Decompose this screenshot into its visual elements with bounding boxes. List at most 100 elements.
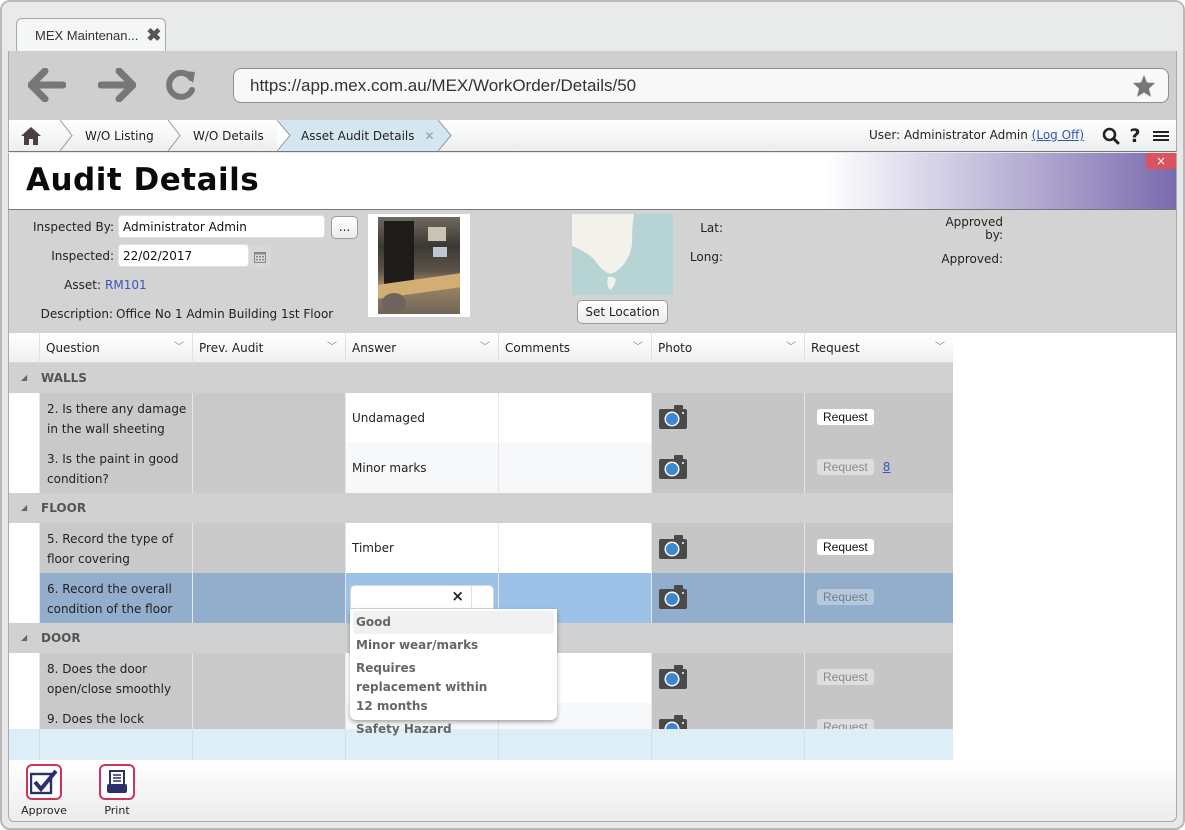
reload-button[interactable] (159, 63, 203, 107)
asset-link[interactable]: RM101 (105, 278, 147, 292)
menu-button[interactable] (1150, 124, 1172, 148)
chevron-down-icon[interactable]: ﹀ (935, 333, 945, 363)
asset-photo[interactable] (368, 214, 470, 317)
tab-strip: MEX Maintenan... ✖ (2, 2, 1183, 52)
question-cell: 8. Does the door open/close smoothly (39, 653, 192, 703)
collapse-triangle-icon[interactable]: ◢ (21, 363, 27, 393)
question-cell: 2. Is there any damage in the wall sheet… (39, 393, 192, 443)
map-image (572, 214, 634, 290)
camera-icon[interactable] (658, 665, 688, 693)
photo-cell[interactable] (651, 653, 804, 703)
close-breadcrumb-icon[interactable]: ✕ (425, 129, 435, 143)
prev-audit-cell (192, 443, 345, 493)
answer-cell[interactable]: Timber (345, 523, 498, 573)
camera-icon[interactable] (658, 455, 688, 483)
column-header-photo[interactable]: Photo ﹀ (651, 333, 804, 363)
question-cell: 6. Record the overall condition of the f… (39, 573, 192, 623)
group-row-floor: ◢ FLOOR (9, 493, 953, 523)
comments-cell[interactable] (498, 393, 651, 443)
group-row-walls: ◢ WALLS (9, 363, 953, 393)
table-row[interactable]: 3. Is the paint in good condition? Minor … (9, 443, 953, 493)
breadcrumb-asset-audit-details[interactable]: Asset Audit Details ✕ (279, 120, 439, 151)
request-button[interactable]: Request (817, 459, 874, 475)
chevron-down-icon[interactable]: ﹀ (786, 333, 796, 363)
chevron-down-icon[interactable]: ﹀ (174, 333, 184, 363)
forward-button[interactable] (95, 63, 139, 107)
question-cell: 5. Record the type of floor covering (39, 523, 192, 573)
request-button[interactable]: Request (817, 589, 874, 605)
comments-cell[interactable] (498, 523, 651, 573)
comments-cell[interactable] (498, 443, 651, 493)
search-icon (1102, 127, 1120, 145)
table-row[interactable]: 5. Record the type of floor covering Timb… (9, 523, 953, 573)
prev-audit-cell (192, 653, 345, 703)
bookmark-star-icon[interactable] (1132, 74, 1156, 109)
chevron-down-icon[interactable]: ﹀ (633, 333, 643, 363)
column-header-label: Comments (505, 341, 571, 355)
user-info: User: Administrator Admin (Log Off) (869, 128, 1084, 142)
inspected-by-field[interactable]: Administrator Admin (118, 215, 325, 238)
browser-tab[interactable]: MEX Maintenan... ✖ (16, 18, 166, 52)
reload-icon (166, 69, 195, 100)
breadcrumb-separator (277, 120, 291, 151)
chevron-down-icon[interactable]: ﹀ (327, 333, 337, 363)
close-tab-icon[interactable]: ✖ (146, 25, 161, 46)
column-header-request[interactable]: Request ﹀ (804, 333, 953, 363)
photo-cell[interactable] (651, 523, 804, 573)
column-header-label: Prev. Audit (199, 341, 264, 355)
tab-title: MEX Maintenan... (35, 28, 139, 43)
column-header-question[interactable]: Question ﹀ (39, 333, 192, 363)
column-header-answer[interactable]: Answer ﹀ (345, 333, 498, 363)
dropdown-toggle[interactable] (471, 586, 493, 608)
audit-grid: Question ﹀ Prev. Audit ﹀ Answer ﹀ Comments ﹀ Pho… (8, 333, 1177, 760)
collapse-triangle-icon[interactable]: ◢ (21, 623, 27, 653)
camera-icon[interactable] (658, 585, 688, 613)
answer-option[interactable]: Good (353, 611, 554, 634)
close-page-button[interactable]: × (1146, 153, 1176, 169)
camera-icon[interactable] (658, 405, 688, 433)
prev-audit-cell (192, 573, 345, 623)
answer-combobox[interactable]: × (350, 585, 494, 609)
column-header-prev-audit[interactable]: Prev. Audit ﹀ (192, 333, 345, 363)
answer-cell[interactable]: Undamaged (345, 393, 498, 443)
request-button[interactable]: Request (817, 409, 874, 425)
description-label: Description: (40, 307, 113, 321)
search-button[interactable] (1100, 124, 1122, 148)
answer-option[interactable]: Requires replacement within 12 months (350, 657, 510, 718)
answer-option[interactable]: Safety Hazard (350, 718, 557, 741)
photo-cell[interactable] (651, 573, 804, 623)
calendar-button[interactable] (249, 245, 271, 268)
address-bar[interactable]: https://app.mex.com.au/MEX/WorkOrder/Det… (233, 68, 1169, 103)
request-button[interactable]: Request (817, 539, 874, 555)
answer-option[interactable]: Minor wear/marks (350, 634, 557, 657)
column-header-label: Request (811, 341, 860, 355)
inspected-date-field[interactable]: 22/02/2017 (118, 244, 249, 267)
help-button[interactable]: ? (1124, 124, 1146, 148)
back-button[interactable] (25, 63, 69, 107)
table-row[interactable]: 2. Is there any damage in the wall sheet… (9, 393, 953, 443)
column-header-comments[interactable]: Comments ﹀ (498, 333, 651, 363)
audit-form: Inspected By: Administrator Admin ... In… (8, 210, 1177, 333)
collapse-triangle-icon[interactable]: ◢ (21, 493, 27, 523)
home-button[interactable] (9, 120, 53, 151)
answer-cell[interactable]: Minor marks (345, 443, 498, 493)
lookup-button[interactable]: ... (331, 216, 358, 239)
breadcrumb-wo-listing[interactable]: W/O Listing (85, 120, 154, 151)
photo-cell[interactable] (651, 443, 804, 493)
set-location-button[interactable]: Set Location (577, 300, 668, 324)
approve-button[interactable]: Approve (19, 764, 69, 817)
logoff-link[interactable]: (Log Off) (1032, 128, 1084, 142)
column-header-label: Answer (352, 341, 397, 355)
request-cell: Request 8 (804, 443, 953, 493)
chevron-down-icon[interactable]: ﹀ (480, 333, 490, 363)
clear-icon[interactable]: × (451, 587, 464, 605)
breadcrumb-label: Asset Audit Details (301, 128, 415, 143)
print-button[interactable]: Print (92, 764, 142, 817)
breadcrumb-wo-details[interactable]: W/O Details (193, 120, 264, 151)
approved-by-label: Approved by: (945, 215, 1003, 242)
camera-icon[interactable] (658, 535, 688, 563)
photo-cell[interactable] (651, 393, 804, 443)
location-map[interactable] (572, 214, 673, 295)
request-button[interactable]: Request (817, 669, 874, 685)
request-count-link[interactable]: 8 (883, 460, 891, 474)
